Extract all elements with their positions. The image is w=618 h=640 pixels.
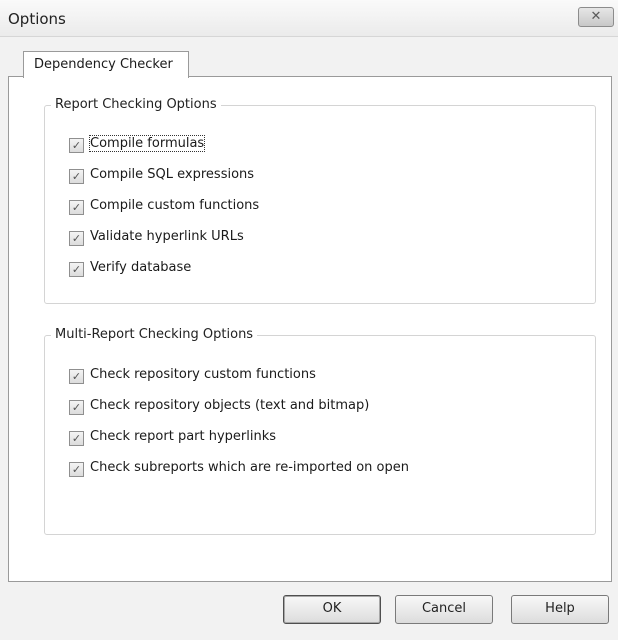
checkbox-label: Verify database — [90, 260, 192, 275]
checkbox-label: Compile formulas — [88, 135, 206, 152]
checkbox-label: Check subreports which are re-imported o… — [90, 460, 409, 475]
checkbox-label: Compile custom functions — [90, 198, 260, 213]
checkbox-label: Validate hyperlink URLs — [90, 229, 244, 244]
compile-sql-checkbox[interactable]: ✓ — [69, 169, 84, 184]
tab-dependency-checker[interactable]: Dependency Checker — [23, 51, 189, 78]
cancel-button[interactable]: Cancel — [395, 595, 493, 624]
close-icon: ✕ — [590, 9, 602, 24]
checkbox-label: Compile SQL expressions — [90, 167, 255, 182]
compile-formulas-checkbox[interactable]: ✓ — [69, 138, 84, 153]
tab-panel: Report Checking Options ✓ Compile formul… — [8, 76, 612, 582]
check-report-part-hyperlinks-checkbox[interactable]: ✓ — [69, 431, 84, 446]
checkbox-label: Check repository objects (text and bitma… — [90, 398, 370, 413]
compile-custom-functions-checkbox[interactable]: ✓ — [69, 200, 84, 215]
checkbox-label: Check repository custom functions — [90, 367, 316, 382]
check-repo-objects-checkbox[interactable]: ✓ — [69, 400, 84, 415]
tab-label: Dependency Checker — [34, 57, 173, 72]
report-checking-options-group: Report Checking Options ✓ Compile formul… — [44, 97, 596, 304]
window-title: Options — [8, 10, 66, 28]
close-button[interactable]: ✕ — [578, 7, 614, 27]
help-button[interactable]: Help — [511, 595, 609, 624]
ok-button[interactable]: OK — [283, 595, 381, 624]
validate-hyperlink-checkbox[interactable]: ✓ — [69, 231, 84, 246]
group-legend: Report Checking Options — [51, 97, 221, 112]
check-subreports-checkbox[interactable]: ✓ — [69, 462, 84, 477]
checkbox-label: Check report part hyperlinks — [90, 429, 277, 444]
multi-report-checking-options-group: Multi-Report Checking Options ✓ Check re… — [44, 327, 596, 535]
group-legend: Multi-Report Checking Options — [51, 327, 258, 342]
check-repo-custom-functions-checkbox[interactable]: ✓ — [69, 369, 84, 384]
verify-database-checkbox[interactable]: ✓ — [69, 262, 84, 277]
title-bar: Options ✕ — [0, 0, 618, 37]
